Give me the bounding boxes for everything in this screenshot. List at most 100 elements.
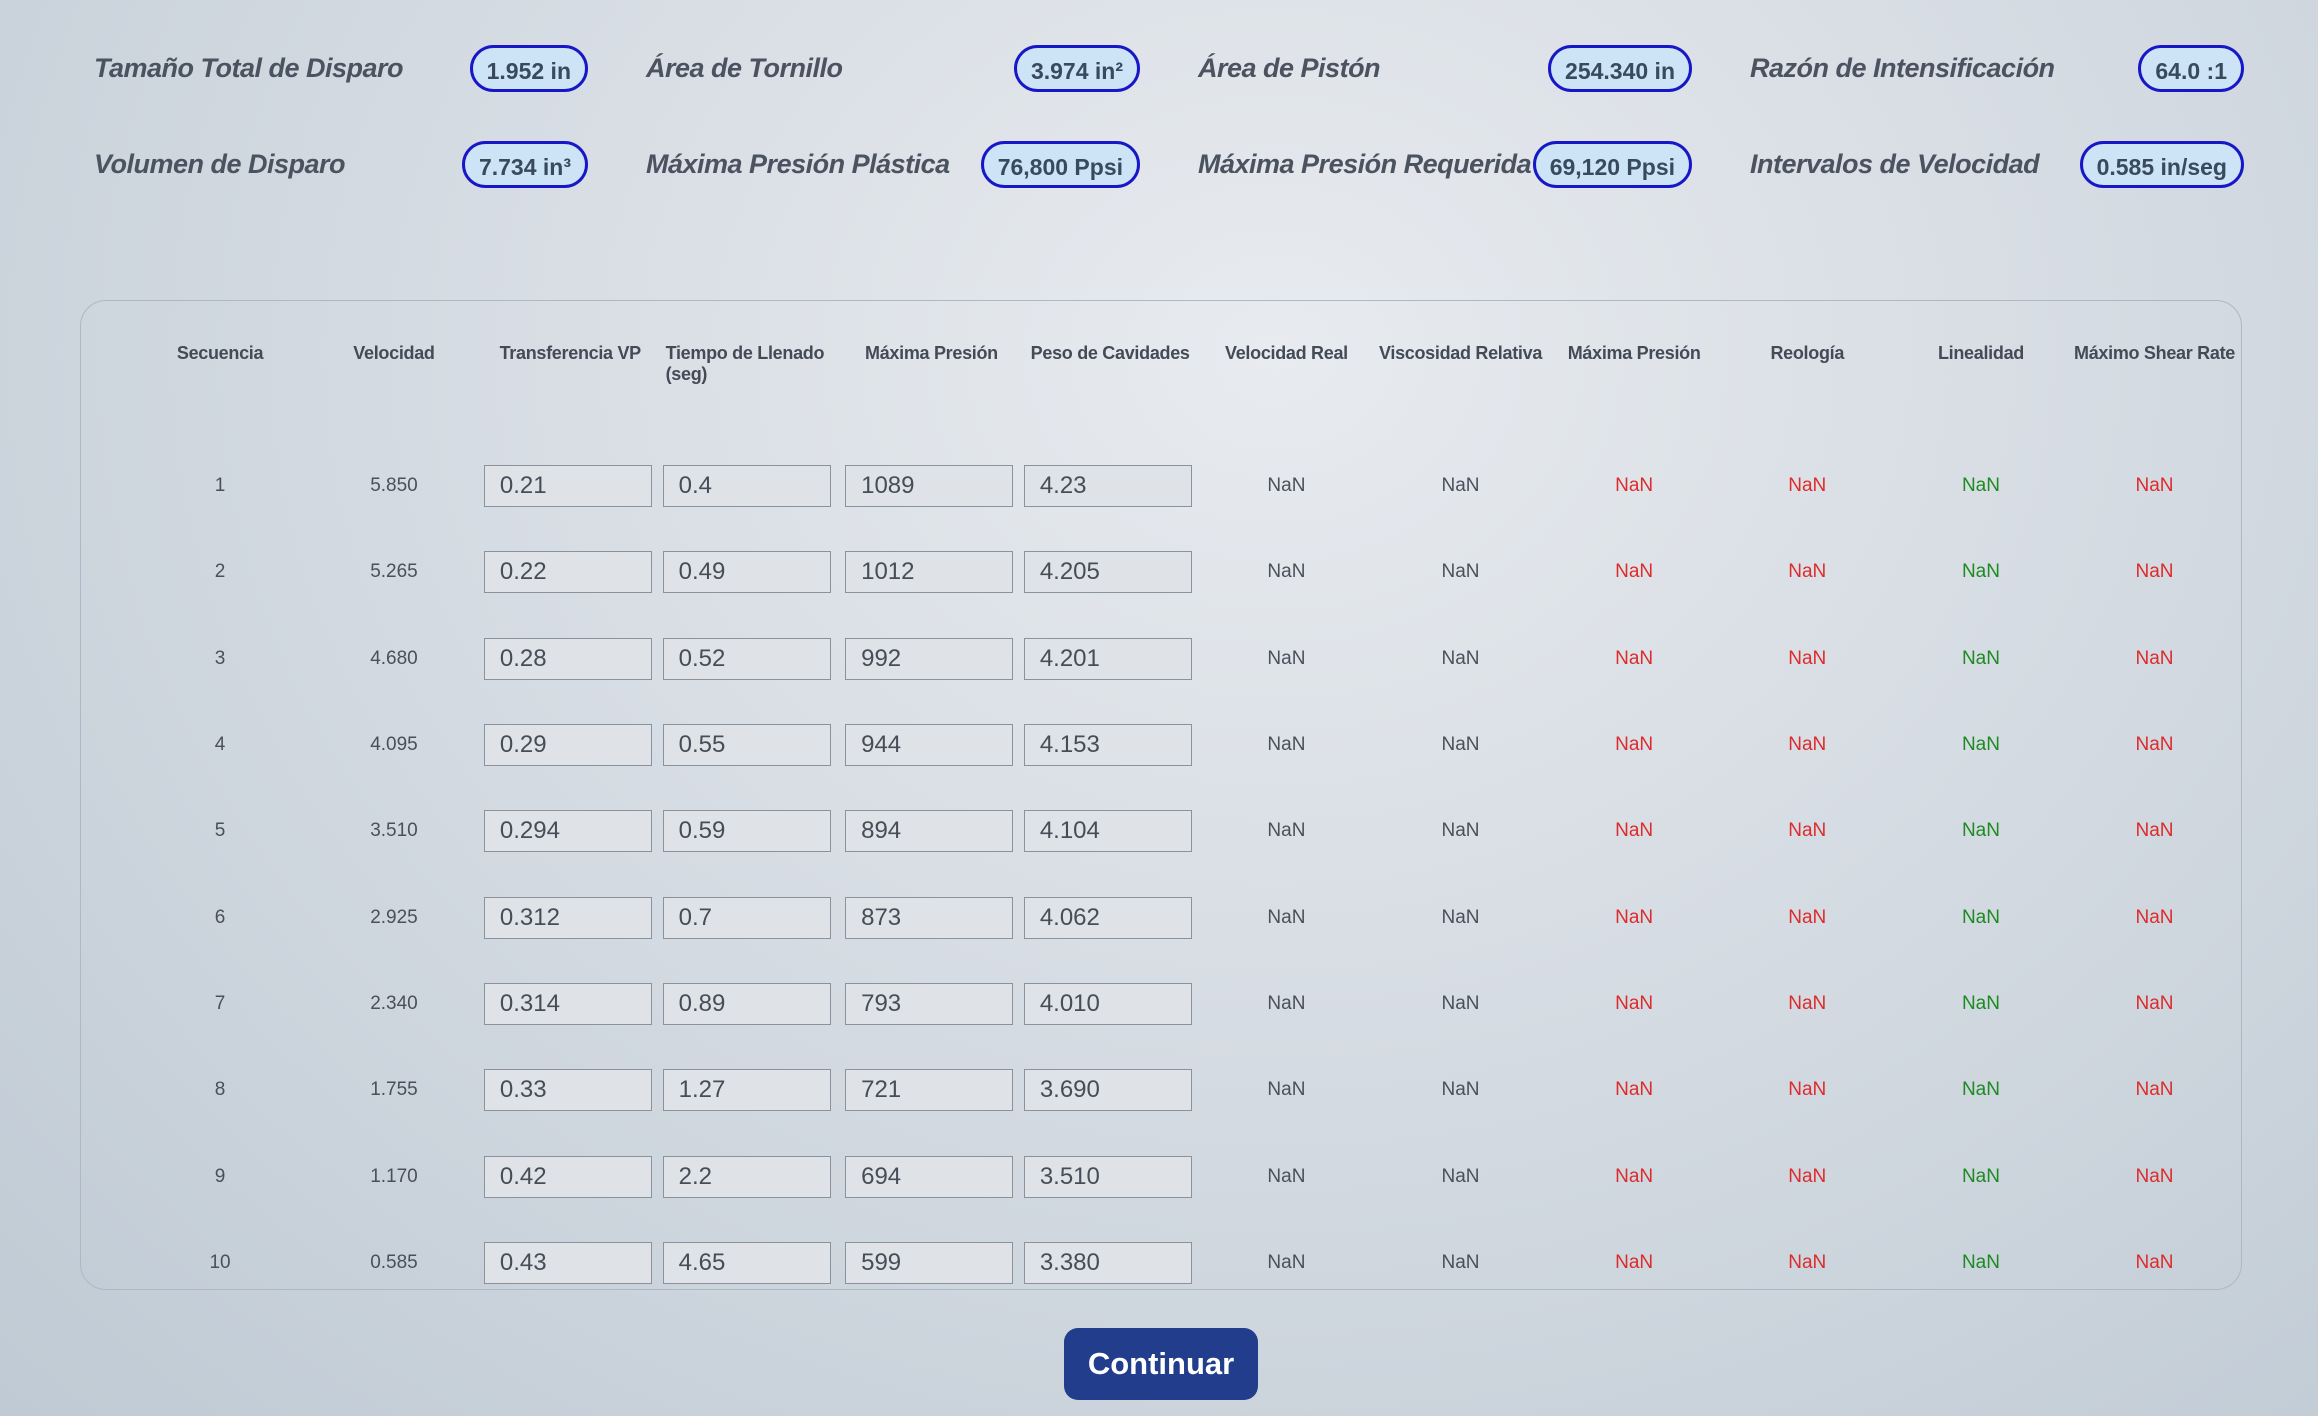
cell-velocidad-real: NaN xyxy=(1267,1079,1306,1101)
transferencia-vp-input[interactable]: 0.42 xyxy=(483,1155,652,1198)
header-reologia: Reología xyxy=(1770,343,1845,363)
metric-label: Tamaño Total de Disparo xyxy=(94,52,404,83)
peso-cavidades-input[interactable]: 4.205 xyxy=(1023,551,1192,594)
cell-viscosidad-relativa: NaN xyxy=(1441,1165,1480,1187)
tiempo-llenado-input[interactable]: 0.59 xyxy=(662,810,831,853)
transferencia-vp-input[interactable]: 0.312 xyxy=(483,896,652,939)
tiempo-llenado-input[interactable]: 4.65 xyxy=(662,1241,831,1284)
maxima-presion-input[interactable]: 1012 xyxy=(845,551,1014,594)
transferencia-vp-input[interactable]: 0.21 xyxy=(483,465,652,508)
maxima-presion-input[interactable]: 873 xyxy=(845,896,1014,939)
tiempo-llenado-input[interactable]: 0.55 xyxy=(662,724,831,767)
table-cell: 793 xyxy=(842,961,1021,1047)
cell-viscosidad-relativa: NaN xyxy=(1441,1079,1480,1101)
metric-area-piston: Área de Pistón 254.340 in xyxy=(1198,42,1692,94)
cell-maximo-shear-rate: NaN xyxy=(2135,734,2174,756)
header-velocidad-real: Velocidad Real xyxy=(1225,343,1348,363)
cell-velocidad-real: NaN xyxy=(1267,1251,1306,1273)
maxima-presion-input[interactable]: 894 xyxy=(845,810,1014,853)
tiempo-llenado-input[interactable]: 0.49 xyxy=(662,551,831,594)
metric-value-badge: 64.0 :1 xyxy=(2138,44,2244,92)
tiempo-llenado-input[interactable]: 1.27 xyxy=(662,1069,831,1112)
cell-maxima-presion: NaN xyxy=(1615,561,1654,583)
cell-maximo-shear-rate: NaN xyxy=(2135,820,2174,842)
cell-linealidad: NaN xyxy=(1961,1079,2000,1101)
table-cell: 4.23 xyxy=(1021,443,1200,529)
header-linealidad: Linealidad xyxy=(1937,343,2024,363)
table-cell: 3.510 xyxy=(1021,1133,1200,1219)
maxima-presion-input[interactable]: 1089 xyxy=(845,465,1014,508)
cell-maximo-shear-rate: NaN xyxy=(2135,992,2174,1014)
peso-cavidades-input[interactable]: 4.201 xyxy=(1023,637,1192,680)
transferencia-vp-input[interactable]: 0.314 xyxy=(483,982,652,1025)
peso-cavidades-input[interactable]: 4.062 xyxy=(1023,896,1192,939)
transferencia-vp-input[interactable]: 0.43 xyxy=(483,1241,652,1284)
summary-grid: Tamaño Total de Disparo 1.952 in Área de… xyxy=(94,42,2244,190)
table-cell: 0.89 xyxy=(660,961,843,1047)
peso-cavidades-input[interactable]: 4.23 xyxy=(1023,465,1192,508)
maxima-presion-input[interactable]: 599 xyxy=(845,1241,1014,1284)
peso-cavidades-input[interactable]: 3.380 xyxy=(1023,1241,1192,1284)
cell-reologia: NaN xyxy=(1788,734,1827,756)
transferencia-vp-input[interactable]: 0.29 xyxy=(483,724,652,767)
transferencia-vp-input[interactable]: 0.33 xyxy=(483,1069,652,1112)
transferencia-vp-input[interactable]: 0.22 xyxy=(483,551,652,594)
transferencia-vp-input[interactable]: 0.28 xyxy=(483,637,652,680)
cell-viscosidad-relativa: NaN xyxy=(1441,647,1480,669)
cell-velocidad: 5.265 xyxy=(370,561,418,583)
tiempo-llenado-input[interactable]: 2.2 xyxy=(662,1155,831,1198)
table-cell: 4.205 xyxy=(1021,529,1200,615)
tiempo-llenado-input[interactable]: 0.7 xyxy=(662,896,831,939)
cell-secuencia: 5 xyxy=(214,820,226,842)
cell-velocidad-real: NaN xyxy=(1267,647,1306,669)
table-cell: 0.49 xyxy=(660,529,843,615)
metric-label: Intervalos de Velocidad xyxy=(1750,148,2040,179)
cell-linealidad: NaN xyxy=(1961,561,2000,583)
table-cell: 894 xyxy=(842,788,1021,874)
metric-volumen-disparo: Volumen de Disparo 7.734 in³ xyxy=(94,138,588,190)
metric-label: Área de Tornillo xyxy=(646,52,843,83)
cell-velocidad: 2.925 xyxy=(370,906,418,928)
cell-secuencia: 3 xyxy=(214,647,226,669)
peso-cavidades-input[interactable]: 4.010 xyxy=(1023,982,1192,1025)
metric-area-tornillo: Área de Tornillo 3.974 in² xyxy=(646,42,1140,94)
table-cell: 0.42 xyxy=(481,1133,660,1219)
metric-label: Volumen de Disparo xyxy=(94,148,346,179)
table-cell: 0.294 xyxy=(481,788,660,874)
cell-maxima-presion: NaN xyxy=(1615,647,1654,669)
metric-tamano-total-disparo: Tamaño Total de Disparo 1.952 in xyxy=(94,42,588,94)
cell-maximo-shear-rate: NaN xyxy=(2135,561,2174,583)
cell-viscosidad-relativa: NaN xyxy=(1441,820,1480,842)
maxima-presion-input[interactable]: 721 xyxy=(845,1069,1014,1112)
tiempo-llenado-input[interactable]: 0.4 xyxy=(662,465,831,508)
table-cell: 0.312 xyxy=(481,874,660,960)
tiempo-llenado-input[interactable]: 0.52 xyxy=(662,637,831,680)
cell-secuencia: 2 xyxy=(214,561,226,583)
maxima-presion-input[interactable]: 992 xyxy=(845,637,1014,680)
peso-cavidades-input[interactable]: 3.690 xyxy=(1023,1069,1192,1112)
metric-value-badge: 7.734 in³ xyxy=(461,140,588,188)
table-cell: 0.33 xyxy=(481,1047,660,1133)
peso-cavidades-input[interactable]: 3.510 xyxy=(1023,1155,1192,1198)
transferencia-vp-input[interactable]: 0.294 xyxy=(483,810,652,853)
header-maxima-presion-calc: Máxima Presión xyxy=(1567,343,1701,363)
cell-reologia: NaN xyxy=(1788,1079,1827,1101)
tiempo-llenado-input[interactable]: 0.89 xyxy=(662,982,831,1025)
maxima-presion-input[interactable]: 694 xyxy=(845,1155,1014,1198)
cell-viscosidad-relativa: NaN xyxy=(1441,1251,1480,1273)
cell-linealidad: NaN xyxy=(1961,992,2000,1014)
cell-linealidad: NaN xyxy=(1961,906,2000,928)
cell-maxima-presion: NaN xyxy=(1615,1165,1654,1187)
table-cell: 0.43 xyxy=(481,1220,660,1306)
peso-cavidades-input[interactable]: 4.153 xyxy=(1023,724,1192,767)
peso-cavidades-input[interactable]: 4.104 xyxy=(1023,810,1192,853)
maxima-presion-input[interactable]: 793 xyxy=(845,982,1014,1025)
cell-maxima-presion: NaN xyxy=(1615,992,1654,1014)
cell-velocidad-real: NaN xyxy=(1267,475,1306,497)
maxima-presion-input[interactable]: 944 xyxy=(845,724,1014,767)
metric-value-badge: 0.585 in/seg xyxy=(2079,140,2244,188)
cell-maxima-presion: NaN xyxy=(1615,1079,1654,1101)
cell-velocidad-real: NaN xyxy=(1267,1165,1306,1187)
metric-value-badge: 1.952 in xyxy=(469,44,588,92)
continue-button[interactable]: Continuar xyxy=(1064,1328,1258,1400)
